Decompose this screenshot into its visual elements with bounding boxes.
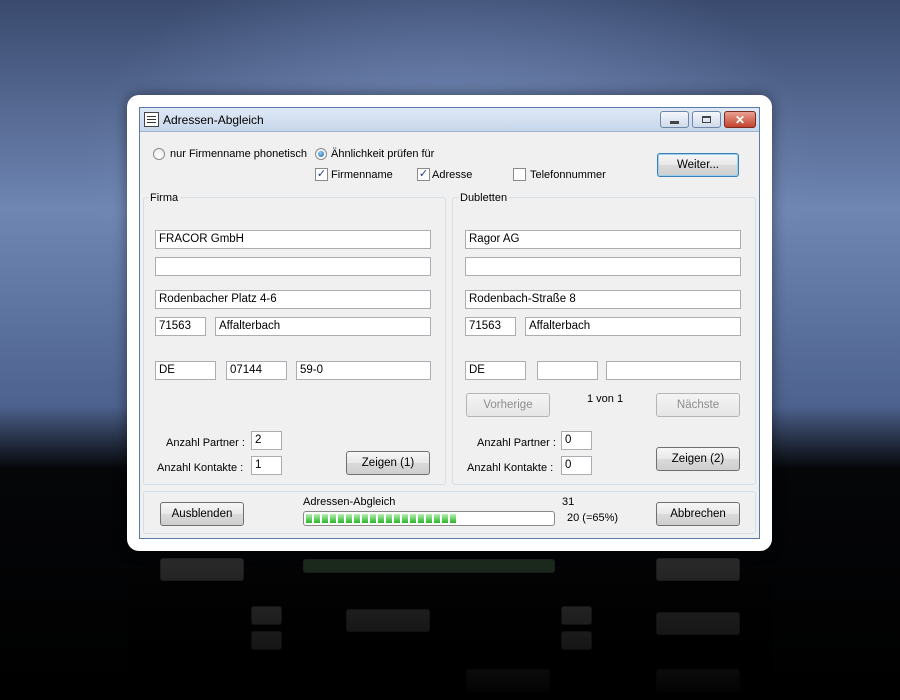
progress-segment [418, 514, 424, 523]
dubletten-contacts-label: Anzahl Kontakte : [467, 462, 554, 474]
progress-segment [314, 514, 320, 523]
dubletten-zip-field[interactable]: 71563 [465, 317, 516, 336]
progress-total: 31 [562, 496, 575, 508]
firma-street-field[interactable]: Rodenbacher Platz 4-6 [155, 290, 431, 309]
ausblenden-button[interactable]: Ausblenden [160, 502, 244, 526]
progress-bar [303, 511, 555, 526]
firma-partner-count[interactable]: 2 [251, 431, 282, 450]
reflection-fade [127, 551, 772, 700]
progress-text: 20 (=65%) [567, 512, 619, 524]
firma-contacts-count[interactable]: 1 [251, 456, 282, 475]
dubletten-phone-field[interactable] [606, 361, 741, 380]
progress-segment [410, 514, 416, 523]
dubletten-name2-field[interactable] [465, 257, 741, 276]
radio-similarity-label: Ähnlichkeit prüfen für [331, 148, 435, 160]
progress-segment [426, 514, 432, 523]
firma-contacts-label: Anzahl Kontakte : [157, 462, 244, 474]
progress-segment [378, 514, 384, 523]
maximize-button[interactable] [692, 111, 721, 128]
dubletten-street-field[interactable]: Rodenbach-Straße 8 [465, 290, 741, 309]
dubletten-partner-label: Anzahl Partner : [477, 437, 556, 449]
progress-label: Adressen-Abgleich [303, 496, 396, 508]
firma-zip-field[interactable]: 71563 [155, 317, 206, 336]
minimize-icon [670, 121, 679, 124]
progress-segment [450, 514, 456, 523]
close-button[interactable]: ✕ [724, 111, 756, 128]
dubletten-country-field[interactable]: DE [465, 361, 526, 380]
checkbox-firmenname-label: Firmenname [331, 169, 393, 181]
checkbox-telefonnummer[interactable] [513, 168, 526, 181]
firma-name2-field[interactable] [155, 257, 431, 276]
minimize-button[interactable] [660, 111, 689, 128]
radio-phonetic[interactable] [153, 148, 165, 160]
pager-text: 1 von 1 [587, 393, 624, 405]
vorherige-button[interactable]: Vorherige [466, 393, 550, 417]
title-bar[interactable]: Adressen-Abgleich ✕ [140, 108, 759, 132]
progress-segment [354, 514, 360, 523]
window-title: Adressen-Abgleich [163, 113, 264, 127]
dubletten-name1-field[interactable]: Ragor AG [465, 230, 741, 249]
dubletten-area-code-field[interactable] [537, 361, 598, 380]
checkbox-firmenname[interactable]: ✓ [315, 168, 328, 181]
progress-segment [346, 514, 352, 523]
progress-segment [402, 514, 408, 523]
progress-segment [442, 514, 448, 523]
dubletten-contacts-count[interactable]: 0 [561, 456, 592, 475]
radio-similarity[interactable] [315, 148, 327, 160]
dubletten-partner-count[interactable]: 0 [561, 431, 592, 450]
dubletten-city-field[interactable]: Affalterbach [525, 317, 741, 336]
progress-segment [386, 514, 392, 523]
progress-segment [306, 514, 312, 523]
firma-city-field[interactable]: Affalterbach [215, 317, 431, 336]
firma-partner-label: Anzahl Partner : [166, 437, 245, 449]
progress-bar-fill [306, 514, 552, 523]
abbrechen-button[interactable]: Abbrechen [656, 502, 740, 526]
firma-country-field[interactable]: DE [155, 361, 216, 380]
firma-group-title: Firma [148, 192, 181, 204]
progress-segment [338, 514, 344, 523]
checkbox-adresse-label: Adresse [432, 169, 473, 181]
maximize-icon [702, 116, 711, 123]
progress-segment [330, 514, 336, 523]
progress-segment [322, 514, 328, 523]
progress-segment [370, 514, 376, 523]
checkbox-telefonnummer-label: Telefonnummer [530, 169, 606, 181]
dubletten-zeigen-button[interactable]: Zeigen (2) [656, 447, 740, 471]
firma-zeigen-button[interactable]: Zeigen (1) [346, 451, 430, 475]
dubletten-group-title: Dubletten [458, 192, 510, 204]
radio-phonetic-label: nur Firmenname phonetisch [170, 148, 307, 160]
firma-name1-field[interactable]: FRACOR GmbH [155, 230, 431, 249]
progress-segment [434, 514, 440, 523]
checkbox-adresse[interactable]: ✓ [417, 168, 430, 181]
firma-phone-field[interactable]: 59-0 [296, 361, 431, 380]
firma-area-code-field[interactable]: 07144 [226, 361, 287, 380]
progress-segment [394, 514, 400, 523]
progress-segment [362, 514, 368, 523]
weiter-button[interactable]: Weiter... [657, 153, 739, 177]
close-icon: ✕ [734, 112, 746, 127]
app-icon [144, 112, 159, 127]
naechste-button[interactable]: Nächste [656, 393, 740, 417]
